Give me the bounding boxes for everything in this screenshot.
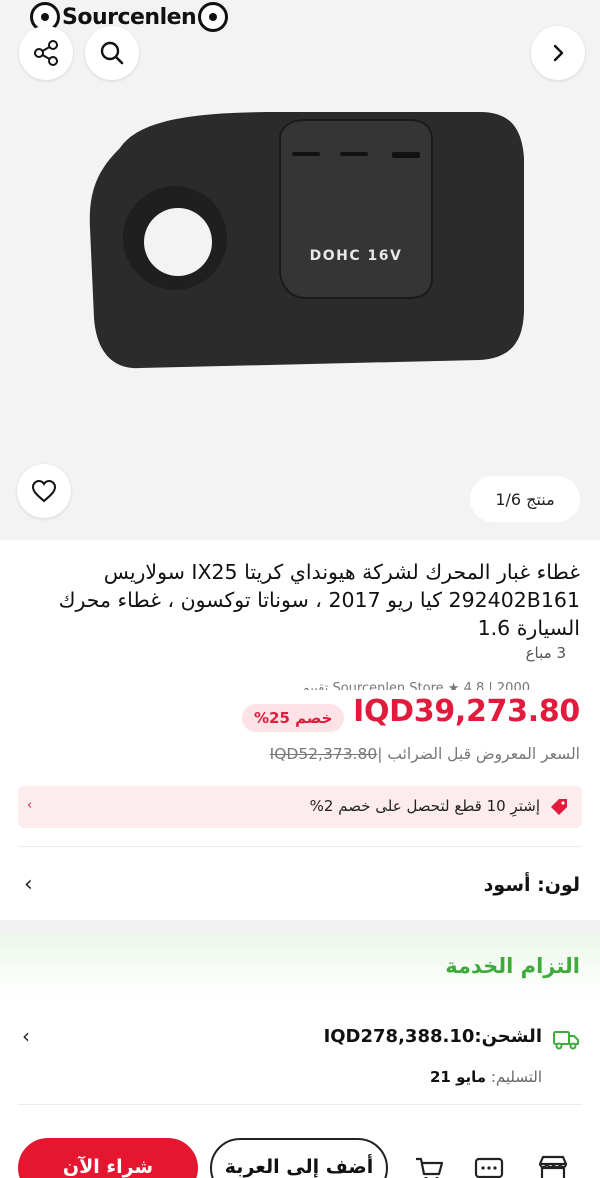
- old-price-row: السعر المعروض قبل الضرائب |IQD52,373.80: [270, 745, 580, 763]
- shipping-label: الشحن:: [474, 1026, 542, 1047]
- buy-now-button[interactable]: شراء الآن: [18, 1138, 198, 1178]
- share-icon: [34, 40, 58, 66]
- delivery-value: مايو 21: [429, 1068, 487, 1086]
- discount-badge: خصم 25%: [242, 704, 345, 732]
- delivery-label: التسليم:: [490, 1068, 542, 1086]
- tag-icon: [551, 799, 567, 815]
- shipping-cost: الشحن:IQD278,388.10: [324, 1026, 542, 1047]
- delivery-date: التسليم: مايو 21: [430, 1068, 542, 1086]
- store-rating-line[interactable]: Sourcenlen Store ★ 4.8 | 2000 تقييم: [150, 672, 530, 690]
- search-icon: [100, 41, 124, 65]
- section-divider: [0, 920, 600, 934]
- truck-icon: [553, 1031, 579, 1050]
- wheel-icon: [198, 2, 229, 32]
- color-label: لون: أسود: [483, 874, 580, 896]
- favorite-button[interactable]: [17, 464, 71, 518]
- product-title: غطاء غبار المحرك لشركة هيونداي كريتا IX2…: [58, 560, 580, 640]
- store-icon[interactable]: [536, 1154, 570, 1178]
- divider-bar: |: [377, 745, 383, 763]
- divider: [18, 1104, 582, 1105]
- cart-icon[interactable]: [412, 1154, 446, 1178]
- chat-icon[interactable]: [472, 1154, 506, 1178]
- watermark-text: Sourcenlen: [62, 4, 197, 30]
- service-title: التزام الخدمة: [445, 954, 580, 978]
- product-price: IQD39,273.80: [353, 694, 580, 729]
- divider: [18, 846, 582, 847]
- product-badge-text: DOHC 16V: [310, 248, 403, 264]
- old-price-note: السعر المعروض قبل الضرائب: [387, 745, 580, 763]
- product-image[interactable]: DOHC 16V: [80, 108, 530, 378]
- bulk-promo-bar[interactable]: إشترِ 10 قطع لتحصل على خصم 2% ‹: [18, 786, 582, 828]
- shipping-value: IQD278,388.10: [323, 1026, 475, 1047]
- search-button[interactable]: [85, 26, 139, 80]
- next-image-button[interactable]: [531, 26, 585, 80]
- product-gallery[interactable]: Sourcenlen DOHC 16V منتج 1/6: [0, 0, 600, 540]
- chevron-right-icon: [553, 44, 564, 62]
- heart-icon: [31, 479, 57, 503]
- share-button[interactable]: [19, 26, 73, 80]
- chevron-left-icon: ‹: [22, 1024, 30, 1048]
- add-to-cart-button[interactable]: أضف إلى العربة: [210, 1138, 388, 1178]
- sold-count: 3 مباع: [525, 644, 566, 662]
- promo-text: إشترِ 10 قطع لتحصل على خصم 2%: [309, 797, 540, 815]
- color-selector[interactable]: لون: أسود ‹: [0, 858, 600, 912]
- chevron-left-icon: ‹: [27, 798, 33, 813]
- chevron-left-icon: ‹: [24, 872, 33, 897]
- old-price: IQD52,373.80: [269, 745, 378, 763]
- image-counter: منتج 1/6: [470, 476, 580, 522]
- store-rating-text: Sourcenlen Store ★ 4.8 | 2000 تقييم: [301, 681, 530, 690]
- shipping-row[interactable]: الشحن:IQD278,388.10 ‹ التسليم: مايو 21: [0, 1016, 600, 1096]
- bottom-action-bar: شراء الآن أضف إلى العربة: [0, 1136, 600, 1178]
